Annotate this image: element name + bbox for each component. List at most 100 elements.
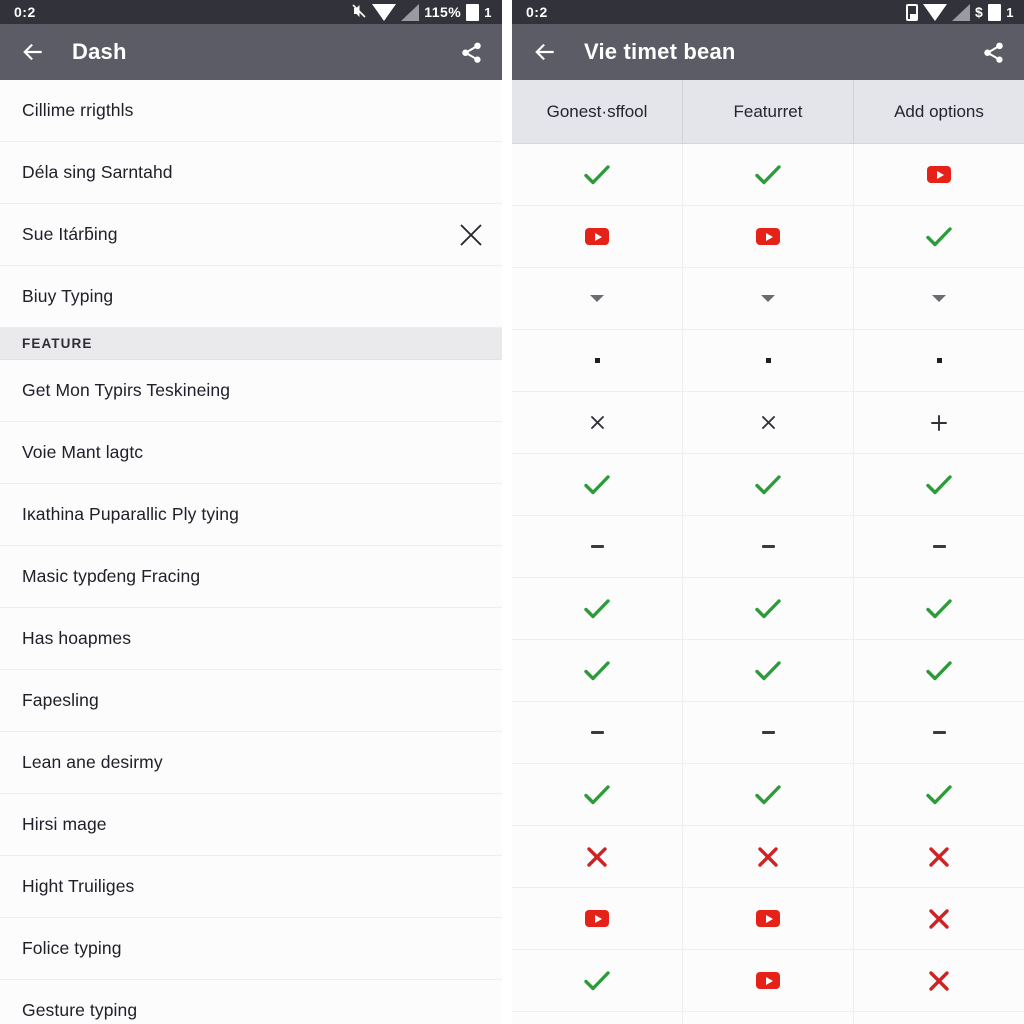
check-icon — [926, 660, 952, 682]
wifi-icon — [372, 3, 397, 21]
table-cell[interactable] — [512, 826, 683, 887]
table-cell[interactable] — [512, 1012, 683, 1024]
list-item[interactable]: Voie Mant lagtc — [0, 422, 502, 484]
table-row — [512, 144, 1024, 206]
table-cell[interactable] — [683, 144, 854, 205]
table-cell[interactable] — [683, 268, 854, 329]
table-cell[interactable] — [512, 144, 683, 205]
x-small-icon — [590, 415, 605, 430]
table-cell[interactable] — [854, 702, 1024, 763]
table-cell[interactable] — [512, 764, 683, 825]
table-cell[interactable] — [683, 888, 854, 949]
x-mark-icon — [927, 969, 951, 993]
list-item[interactable]: Has hoapmes — [0, 608, 502, 670]
table-cell[interactable] — [512, 516, 683, 577]
table-cell[interactable] — [683, 392, 854, 453]
table-cell[interactable] — [512, 392, 683, 453]
list-item[interactable]: Hirsi mage — [0, 794, 502, 856]
list-item[interactable]: Sue Itárƃing — [0, 204, 502, 266]
table-cell[interactable] — [683, 578, 854, 639]
table-cell[interactable] — [512, 702, 683, 763]
table-cell[interactable] — [512, 950, 683, 1011]
table-cell[interactable] — [854, 330, 1024, 391]
table-cell[interactable] — [683, 330, 854, 391]
x-mark-icon — [927, 907, 951, 931]
mute-icon — [351, 3, 367, 22]
table-cell[interactable] — [512, 268, 683, 329]
column-header[interactable]: Add options — [854, 80, 1024, 143]
right-phone-panel: 0:2 $ 1 Vie timet bean Gonest·sffool Fea… — [512, 0, 1024, 1024]
table-cell[interactable] — [512, 206, 683, 267]
table-cell[interactable] — [512, 454, 683, 515]
right-status-icons: $ 1 — [905, 3, 1014, 21]
table-row — [512, 578, 1024, 640]
table-cell[interactable] — [854, 826, 1024, 887]
table-cell[interactable] — [854, 206, 1024, 267]
share-icon[interactable] — [980, 39, 1006, 65]
table-cell[interactable] — [683, 640, 854, 701]
close-icon[interactable] — [456, 220, 486, 250]
x-mark-icon — [585, 845, 609, 869]
table-cell[interactable] — [854, 1012, 1024, 1024]
check-icon — [926, 474, 952, 496]
left-phone-panel: 0:2 115% 1 Dash Cillime rrigthls Déla si… — [0, 0, 512, 1024]
column-header[interactable]: Featurret — [683, 80, 854, 143]
battery-icon — [988, 3, 1002, 21]
list-item[interactable]: Déla sing Sarntahd — [0, 142, 502, 204]
table-cell[interactable] — [854, 268, 1024, 329]
table-cell[interactable] — [854, 392, 1024, 453]
table-cell[interactable] — [854, 950, 1024, 1011]
list-item[interactable]: Gesture typing — [0, 980, 502, 1024]
back-arrow-icon[interactable] — [20, 39, 46, 65]
table-cell[interactable] — [683, 516, 854, 577]
youtube-play-icon — [585, 228, 609, 245]
table-cell[interactable] — [512, 640, 683, 701]
right-page-title: Vie timet bean — [584, 39, 736, 64]
sim-icon — [905, 3, 918, 21]
table-cell[interactable] — [512, 888, 683, 949]
list-item[interactable]: Lean ane desirmy — [0, 732, 502, 794]
table-cell[interactable] — [683, 454, 854, 515]
youtube-play-icon — [756, 228, 780, 245]
check-icon — [584, 970, 610, 992]
table-cell[interactable] — [683, 950, 854, 1011]
table-cell[interactable] — [854, 640, 1024, 701]
list-item[interactable]: Hight Truiliges — [0, 856, 502, 918]
back-arrow-icon[interactable] — [532, 39, 558, 65]
table-cell[interactable] — [683, 1012, 854, 1024]
table-cell[interactable] — [854, 454, 1024, 515]
table-cell[interactable] — [854, 578, 1024, 639]
list-item-label: Gesture typing — [22, 1000, 138, 1020]
table-cell[interactable] — [854, 888, 1024, 949]
list-item[interactable]: Get Mon Typirs Teskineing — [0, 360, 502, 422]
table-cell[interactable] — [512, 330, 683, 391]
list-item[interactable]: Cillime rrigthls — [0, 80, 502, 142]
check-icon — [926, 598, 952, 620]
left-settings-list: Cillime rrigthls Déla sing Sarntahd Sue … — [0, 80, 502, 1024]
table-cell[interactable] — [512, 578, 683, 639]
share-icon[interactable] — [458, 39, 484, 65]
x-small-icon — [761, 415, 776, 430]
list-item[interactable]: Fapesling — [0, 670, 502, 732]
list-item-label: Biuy Typing — [22, 286, 114, 306]
table-cell[interactable] — [854, 764, 1024, 825]
list-item[interactable]: Masic typɗeng Fracing — [0, 546, 502, 608]
table-cell[interactable] — [683, 826, 854, 887]
list-item[interactable]: Iĸathina Puparallic Ply tying — [0, 484, 502, 546]
check-icon — [755, 784, 781, 806]
check-icon — [584, 474, 610, 496]
list-item-label: Lean ane desirmy — [22, 752, 163, 772]
table-cell[interactable] — [683, 702, 854, 763]
table-cell[interactable] — [683, 764, 854, 825]
x-mark-icon — [756, 845, 780, 869]
x-mark-icon — [927, 845, 951, 869]
column-header[interactable]: Gonest·sffool — [512, 80, 683, 143]
check-icon — [755, 598, 781, 620]
left-page-title: Dash — [72, 39, 127, 64]
list-item[interactable]: Folice typing — [0, 918, 502, 980]
table-cell[interactable] — [854, 144, 1024, 205]
list-item[interactable]: Biuy Typing — [0, 266, 502, 328]
table-cell[interactable] — [854, 516, 1024, 577]
dash-icon — [932, 545, 946, 548]
table-cell[interactable] — [683, 206, 854, 267]
